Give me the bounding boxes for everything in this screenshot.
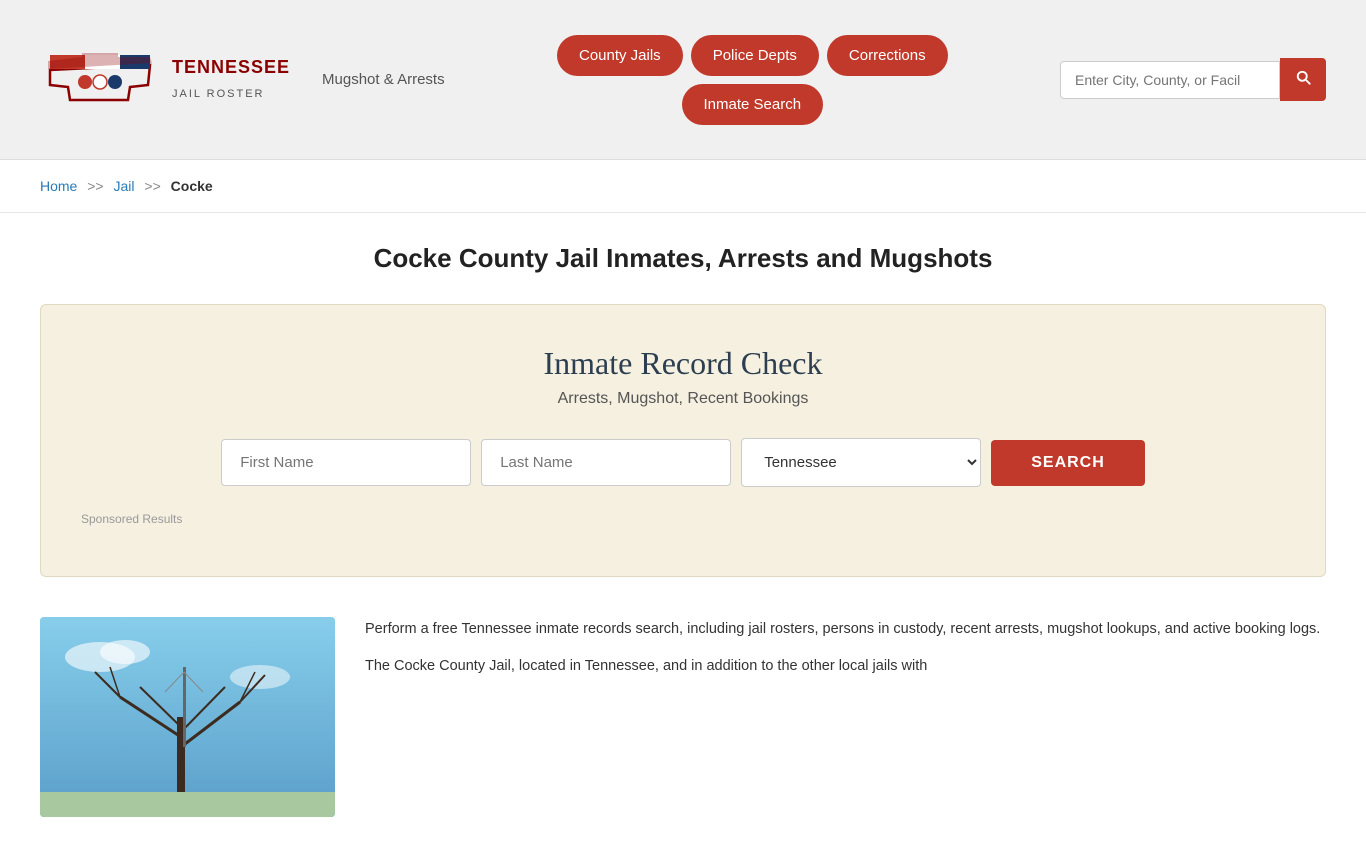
inmate-search-button[interactable]: Inmate Search	[682, 84, 824, 125]
body-text-2: The Cocke County Jail, located in Tennes…	[365, 654, 1326, 679]
breadcrumb-home[interactable]: Home	[40, 178, 77, 194]
logo-title: TENNESSEE JAIL ROSTER	[172, 56, 290, 103]
record-check-subtitle: Arrests, Mugshot, Recent Bookings	[81, 390, 1285, 408]
state-select[interactable]: AlabamaAlaskaArizonaArkansasCaliforniaCo…	[741, 438, 981, 487]
nav-row-1: County Jails Police Depts Corrections	[557, 35, 948, 76]
breadcrumb-current: Cocke	[171, 178, 213, 194]
breadcrumb-jail[interactable]: Jail	[114, 178, 135, 194]
nav-area: County Jails Police Depts Corrections In…	[557, 35, 948, 125]
main-content: Cocke County Jail Inmates, Arrests and M…	[0, 213, 1366, 847]
header-search-button[interactable]	[1280, 58, 1326, 101]
body-text-1: Perform a free Tennessee inmate records …	[365, 617, 1326, 642]
breadcrumb-sep2: >>	[144, 178, 160, 194]
header-search-input[interactable]	[1060, 61, 1280, 99]
logo-area: TENNESSEE JAIL ROSTER Mugshot & Arrests	[40, 35, 445, 125]
record-check-title: Inmate Record Check	[81, 345, 1285, 382]
police-depts-button[interactable]: Police Depts	[691, 35, 819, 76]
mugshot-label: Mugshot & Arrests	[322, 71, 445, 88]
page-title: Cocke County Jail Inmates, Arrests and M…	[40, 243, 1326, 274]
last-name-input[interactable]	[481, 439, 731, 486]
corrections-button[interactable]: Corrections	[827, 35, 948, 76]
sponsored-label: Sponsored Results	[81, 512, 1285, 526]
inmate-search-form: AlabamaAlaskaArizonaArkansasCaliforniaCo…	[81, 438, 1285, 487]
header-search-area	[1060, 58, 1326, 101]
nav-row-2: Inmate Search	[682, 84, 824, 125]
bottom-section: Perform a free Tennessee inmate records …	[40, 617, 1326, 817]
bottom-text: Perform a free Tennessee inmate records …	[365, 617, 1326, 817]
breadcrumb: Home >> Jail >> Cocke	[0, 160, 1366, 213]
record-check-box: Inmate Record Check Arrests, Mugshot, Re…	[40, 304, 1326, 577]
bottom-image-svg	[40, 617, 335, 817]
logo-image	[40, 35, 160, 125]
logo-text-area: TENNESSEE JAIL ROSTER	[172, 56, 290, 103]
first-name-input[interactable]	[221, 439, 471, 486]
inmate-search-submit-button[interactable]: SEARCH	[991, 440, 1145, 486]
bottom-image	[40, 617, 335, 817]
search-icon	[1294, 68, 1312, 86]
header: TENNESSEE JAIL ROSTER Mugshot & Arrests …	[0, 0, 1366, 160]
county-jails-button[interactable]: County Jails	[557, 35, 683, 76]
breadcrumb-sep1: >>	[87, 178, 103, 194]
